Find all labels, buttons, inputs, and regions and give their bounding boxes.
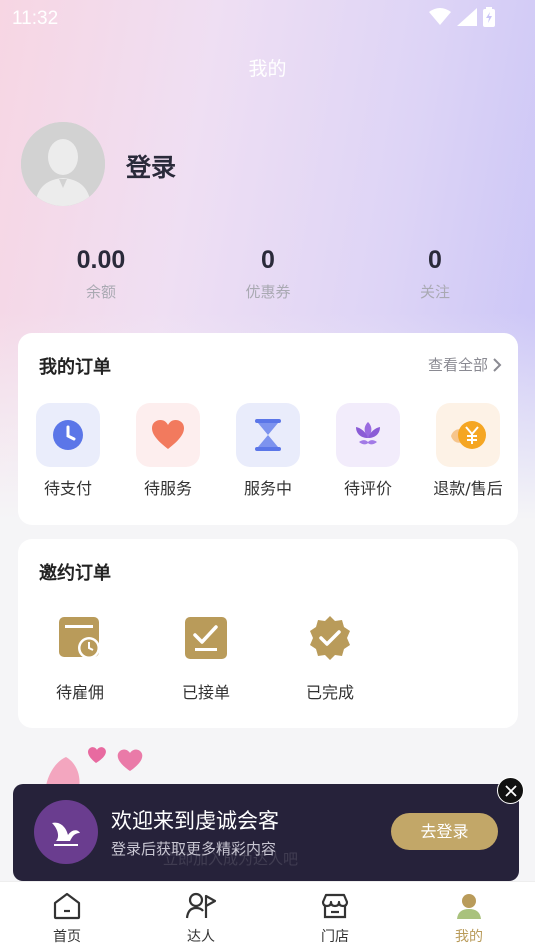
heart-icon xyxy=(152,420,184,449)
order-icon-bg xyxy=(136,403,200,467)
profile-icon xyxy=(457,894,481,919)
stat-value: 0 xyxy=(261,246,275,274)
verified-badge-icon xyxy=(310,616,350,660)
order-pending-review[interactable]: 待评价 xyxy=(328,403,408,499)
go-login-button[interactable]: 去登录 xyxy=(391,813,498,850)
clock-icon xyxy=(53,420,83,450)
order-label: 待支付 xyxy=(43,479,92,498)
store-icon xyxy=(321,893,349,919)
tab-label: 我的 xyxy=(455,929,483,945)
order-pending-service[interactable]: 待服务 xyxy=(128,403,208,499)
bird-logo-icon xyxy=(52,822,80,846)
order-pending-payment[interactable]: 待支付 xyxy=(28,403,108,499)
my-orders-card: 我的订单 查看全部 待支付 待服务 服务中 待评价 退款/售后 xyxy=(18,333,518,525)
stat-value: 0.00 xyxy=(76,246,126,274)
close-icon xyxy=(504,784,517,797)
status-bar: 11:32 xyxy=(0,0,535,36)
signal-icon xyxy=(457,8,477,26)
tab-label: 门店 xyxy=(321,929,349,945)
order-icon-bg xyxy=(436,403,500,467)
status-time: 11:32 xyxy=(12,8,59,29)
wifi-icon xyxy=(429,8,451,25)
invite-label: 已接单 xyxy=(181,683,230,702)
promo-title: 欢迎来到虔诚会客 xyxy=(111,809,279,833)
stat-following[interactable]: 0 关注 xyxy=(355,246,515,302)
app-logo xyxy=(34,800,98,864)
tab-label: 达人 xyxy=(187,929,215,945)
order-icon-bg xyxy=(236,403,300,467)
stat-coupons[interactable]: 0 优惠券 xyxy=(188,246,348,302)
view-all-label: 查看全部 xyxy=(427,356,488,374)
promo-subtitle: 登录后获取更多精彩内容 xyxy=(111,840,277,858)
tab-label: 首页 xyxy=(53,929,81,945)
person-flag-icon xyxy=(185,892,217,919)
order-refund[interactable]: 退款/售后 xyxy=(428,403,508,499)
hourglass-icon xyxy=(255,419,281,451)
invite-completed[interactable]: 已完成 xyxy=(280,615,380,703)
tab-talent[interactable]: 达人 xyxy=(161,892,241,946)
invite-label: 已完成 xyxy=(305,683,354,702)
bottom-tabbar: 首页 达人 门店 我的 xyxy=(0,881,535,951)
stat-value: 0 xyxy=(428,246,442,274)
checkbox-icon xyxy=(185,617,227,659)
tab-home[interactable]: 首页 xyxy=(27,892,107,946)
home-icon xyxy=(53,892,81,920)
chevron-right-icon xyxy=(493,357,502,372)
login-promo-banner: 立即加入成为达人吧 欢迎来到虔诚会客 登录后获取更多精彩内容 去登录 xyxy=(13,784,519,881)
invite-orders-title: 邀约订单 xyxy=(39,563,111,584)
page-title: 我的 xyxy=(248,58,287,80)
login-link[interactable]: 登录 xyxy=(126,148,176,184)
calendar-clock-icon xyxy=(59,617,100,659)
stat-label: 优惠券 xyxy=(245,283,291,301)
view-all-orders-link[interactable]: 查看全部 xyxy=(428,354,502,375)
invite-label: 待雇佣 xyxy=(55,683,104,702)
invite-pending-hire[interactable]: 待雇佣 xyxy=(30,615,130,703)
close-promo-button[interactable] xyxy=(497,777,524,804)
stat-label: 余额 xyxy=(85,283,116,301)
order-label: 退款/售后 xyxy=(433,479,503,498)
battery-icon xyxy=(483,7,495,27)
tab-mine[interactable]: 我的 xyxy=(429,892,509,946)
tab-store[interactable]: 门店 xyxy=(295,892,375,946)
invite-accepted[interactable]: 已接单 xyxy=(156,615,256,703)
my-orders-title: 我的订单 xyxy=(39,357,111,378)
stat-balance[interactable]: 0.00 余额 xyxy=(21,246,181,302)
yen-coin-icon xyxy=(451,421,486,449)
order-label: 待服务 xyxy=(143,479,192,498)
order-in-service[interactable]: 服务中 xyxy=(228,403,308,499)
order-icon-bg xyxy=(36,403,100,467)
status-icons xyxy=(429,7,495,27)
flower-icon xyxy=(356,422,380,445)
order-label: 服务中 xyxy=(243,479,292,498)
avatar[interactable] xyxy=(21,122,105,206)
invite-orders-card: 邀约订单 待雇佣 已接单 已完成 xyxy=(18,539,518,728)
default-avatar-icon xyxy=(21,122,105,206)
order-icon-bg xyxy=(336,403,400,467)
order-label: 待评价 xyxy=(343,479,392,498)
stat-label: 关注 xyxy=(419,283,450,301)
